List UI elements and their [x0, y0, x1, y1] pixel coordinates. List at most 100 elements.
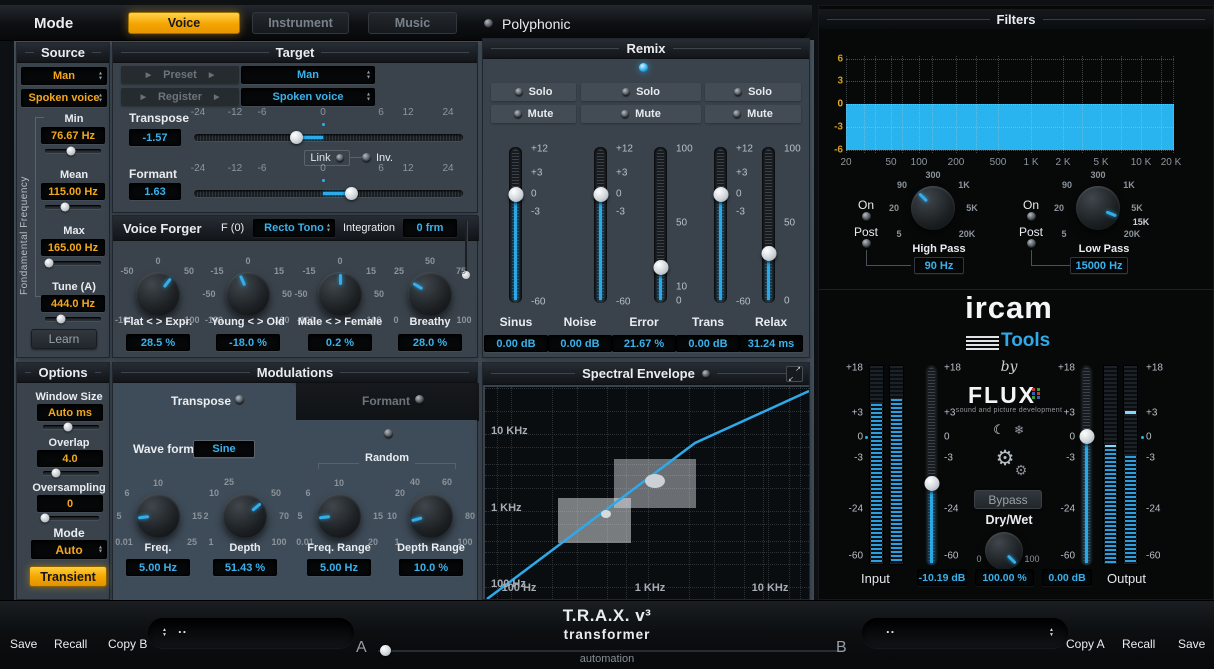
gear-large-icon[interactable]: ⚙ [996, 446, 1015, 471]
output-fader[interactable] [1080, 365, 1093, 565]
tab-voice[interactable]: Voice [128, 12, 240, 34]
save-b-button[interactable]: Save [1178, 637, 1205, 651]
formant-slider-handle[interactable] [345, 187, 358, 200]
solo-sinus[interactable]: Solo [491, 83, 576, 101]
input-fader[interactable] [925, 365, 938, 565]
tab-transpose-label[interactable]: Transpose [171, 394, 231, 408]
oversampling-value[interactable]: 0 [37, 495, 103, 512]
noise-fader[interactable] [594, 147, 607, 303]
flat-expr-knob[interactable] [136, 272, 180, 316]
chevron-updown-icon[interactable] [1049, 628, 1054, 638]
source-voice-dropdown[interactable]: Man [21, 67, 107, 85]
filters-graph[interactable] [846, 54, 1174, 153]
mute-sinus[interactable]: Mute [491, 105, 576, 123]
max-value[interactable]: 165.00 Hz [41, 239, 105, 256]
lp-post-led[interactable] [1027, 239, 1036, 248]
formant-value[interactable]: 1.63 [129, 183, 181, 200]
transpose-slider[interactable] [194, 134, 463, 141]
window-size-slider[interactable] [43, 425, 99, 429]
flat-expr-value[interactable]: 28.5 % [126, 334, 190, 351]
low-pass-knob[interactable] [1076, 186, 1120, 230]
sinus-fader[interactable] [509, 147, 522, 303]
expand-icon[interactable]: ↗ ↙ [786, 366, 803, 382]
preset-a-field[interactable]: .. [148, 618, 354, 648]
integration-value[interactable]: 0 frm [403, 219, 457, 237]
overlap-slider[interactable] [43, 471, 99, 475]
high-pass-knob[interactable] [911, 186, 955, 230]
window-size-value[interactable]: Auto ms [37, 404, 103, 421]
link-toggle[interactable]: Link [304, 150, 350, 166]
bypass-button[interactable]: Bypass [974, 490, 1042, 509]
trans-fader-handle[interactable] [713, 187, 728, 202]
mod-depth-range-value[interactable]: 10.0 % [399, 559, 463, 576]
arrow-left-icon[interactable]: ▶ [146, 71, 151, 79]
breathy-knob[interactable] [408, 272, 452, 316]
mod-depth-value[interactable]: 51.43 % [213, 559, 277, 576]
drywet-knob[interactable] [985, 532, 1023, 570]
male-female-knob[interactable] [318, 272, 362, 316]
register-selector[interactable]: ▶Register▶ [121, 88, 239, 106]
tab-music[interactable]: Music [368, 12, 457, 34]
mod-freq-range-knob[interactable] [317, 494, 361, 538]
source-style-dropdown[interactable]: Spoken voice [21, 89, 107, 107]
noise-value[interactable]: 0.00 dB [548, 335, 612, 352]
ab-morph-handle[interactable] [380, 645, 391, 656]
mod-freq-knob[interactable] [136, 494, 180, 538]
mean-slider[interactable] [45, 205, 101, 209]
min-slider[interactable] [45, 149, 101, 153]
mod-depth-knob[interactable] [223, 494, 267, 538]
tune-slider[interactable] [45, 317, 101, 321]
mod-freq-value[interactable]: 5.00 Hz [126, 559, 190, 576]
noise-fader-handle[interactable] [593, 187, 608, 202]
preset-selector[interactable]: ▶Preset▶ [121, 66, 239, 84]
output-value[interactable]: 0.00 dB [1042, 569, 1092, 586]
formant-slider[interactable] [194, 190, 463, 197]
inv-led[interactable] [362, 153, 371, 162]
overlap-value[interactable]: 4.0 [37, 450, 103, 467]
trans-value[interactable]: 0.00 dB [676, 335, 740, 352]
error-fader-handle[interactable] [653, 260, 668, 275]
overlap-slider-handle[interactable] [52, 469, 61, 478]
copy-b-button[interactable]: Copy B [108, 637, 147, 651]
lp-value[interactable]: 15000 Hz [1070, 257, 1128, 274]
polyphonic-led[interactable] [484, 19, 493, 28]
mean-value[interactable]: 115.00 Hz [41, 183, 105, 200]
register-value-dropdown[interactable]: Spoken voice [241, 88, 375, 106]
input-fader-handle[interactable] [924, 476, 939, 491]
max-slider[interactable] [45, 261, 101, 265]
transient-button[interactable]: Transient [29, 566, 107, 587]
learn-button[interactable]: Learn [31, 329, 97, 349]
drywet-value[interactable]: 100.00 % [975, 569, 1034, 586]
ab-morph-slider[interactable] [378, 650, 844, 652]
male-female-value[interactable]: 0.2 % [308, 334, 372, 351]
mod-depth-range-knob[interactable] [409, 494, 453, 538]
solo-noise-error[interactable]: Solo [581, 83, 701, 101]
recall-a-button[interactable]: Recall [54, 637, 87, 651]
moon-icon[interactable]: ☾ [993, 422, 1005, 438]
arrow-left-icon[interactable]: ▶ [141, 93, 146, 101]
tune-value[interactable]: 444.0 Hz [41, 295, 105, 312]
trans-fader[interactable] [714, 147, 727, 303]
chevron-updown-icon[interactable] [162, 628, 167, 638]
relax-value[interactable]: 31.24 ms [739, 335, 803, 352]
input-value[interactable]: -10.19 dB [917, 569, 967, 586]
recall-b-button[interactable]: Recall [1122, 637, 1155, 651]
mute-noise-error[interactable]: Mute [581, 105, 701, 123]
snowflake-icon[interactable]: ❄ [1014, 423, 1024, 437]
sinus-fader-handle[interactable] [508, 187, 523, 202]
preset-value-dropdown[interactable]: Man [241, 66, 375, 84]
arrow-right-icon[interactable]: ▶ [209, 71, 214, 79]
random-led[interactable] [384, 429, 393, 438]
hp-value[interactable]: 90 Hz [914, 257, 964, 274]
mute-trans-relax[interactable]: Mute [705, 105, 801, 123]
oversampling-slider-handle[interactable] [41, 514, 50, 523]
transpose-value[interactable]: -1.57 [129, 129, 181, 146]
gear-small-icon[interactable]: ⚙ [1015, 462, 1028, 479]
lp-on-led[interactable] [1027, 212, 1036, 221]
copy-a-button[interactable]: Copy A [1066, 637, 1105, 651]
spectral-led[interactable] [702, 370, 710, 378]
spectral-graph[interactable]: 10 KHz 1 KHz 100 Hz 100 Hz 1 KHz 10 KHz [485, 387, 809, 599]
tab-formant-label[interactable]: Formant [362, 394, 410, 408]
error-fader[interactable] [654, 147, 667, 303]
young-old-value[interactable]: -18.0 % [216, 334, 280, 351]
